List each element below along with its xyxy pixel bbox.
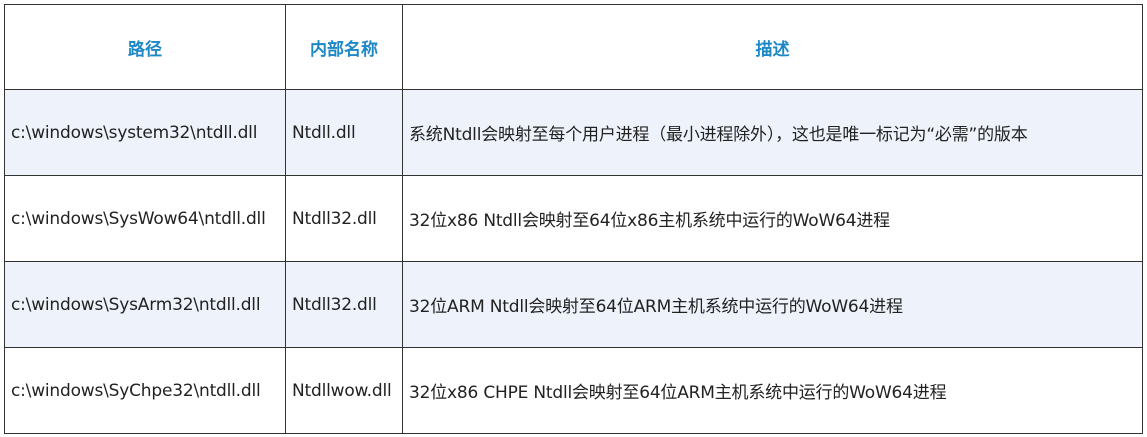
table-row: c:\windows\SysWow64\ntdll.dll Ntdll32.dl… [4,175,1143,262]
cell-description: 系统Ntdll会映射至每个用户进程（最小进程除外），这也是唯一标记为“必需”的版… [402,89,1143,176]
cell-path: c:\windows\system32\ntdll.dll [4,89,286,176]
header-internal-name: 内部名称 [285,4,403,90]
ntdll-table-container: 路径 内部名称 描述 c:\windows\system32\ntdll.dll… [4,4,1143,434]
table-row: c:\windows\system32\ntdll.dll Ntdll.dll … [4,89,1143,176]
ntdll-versions-table: 路径 内部名称 描述 c:\windows\system32\ntdll.dll… [4,4,1143,434]
cell-internal-name: Ntdll32.dll [285,175,403,262]
cell-description: 32位x86 CHPE Ntdll会映射至64位ARM主机系统中运行的WoW64… [402,347,1143,434]
table-row: c:\windows\SysArm32\ntdll.dll Ntdll32.dl… [4,261,1143,348]
cell-internal-name: Ntdll.dll [285,89,403,176]
header-description: 描述 [402,4,1143,90]
cell-internal-name: Ntdllwow.dll [285,347,403,434]
table-header-row: 路径 内部名称 描述 [4,4,1143,90]
header-path: 路径 [4,4,286,90]
cell-description: 32位x86 Ntdll会映射至64位x86主机系统中运行的WoW64进程 [402,175,1143,262]
table-row: c:\windows\SyChpe32\ntdll.dll Ntdllwow.d… [4,347,1143,434]
cell-path: c:\windows\SysArm32\ntdll.dll [4,261,286,348]
cell-path: c:\windows\SysWow64\ntdll.dll [4,175,286,262]
cell-internal-name: Ntdll32.dll [285,261,403,348]
cell-description: 32位ARM Ntdll会映射至64位ARM主机系统中运行的WoW64进程 [402,261,1143,348]
cell-path: c:\windows\SyChpe32\ntdll.dll [4,347,286,434]
